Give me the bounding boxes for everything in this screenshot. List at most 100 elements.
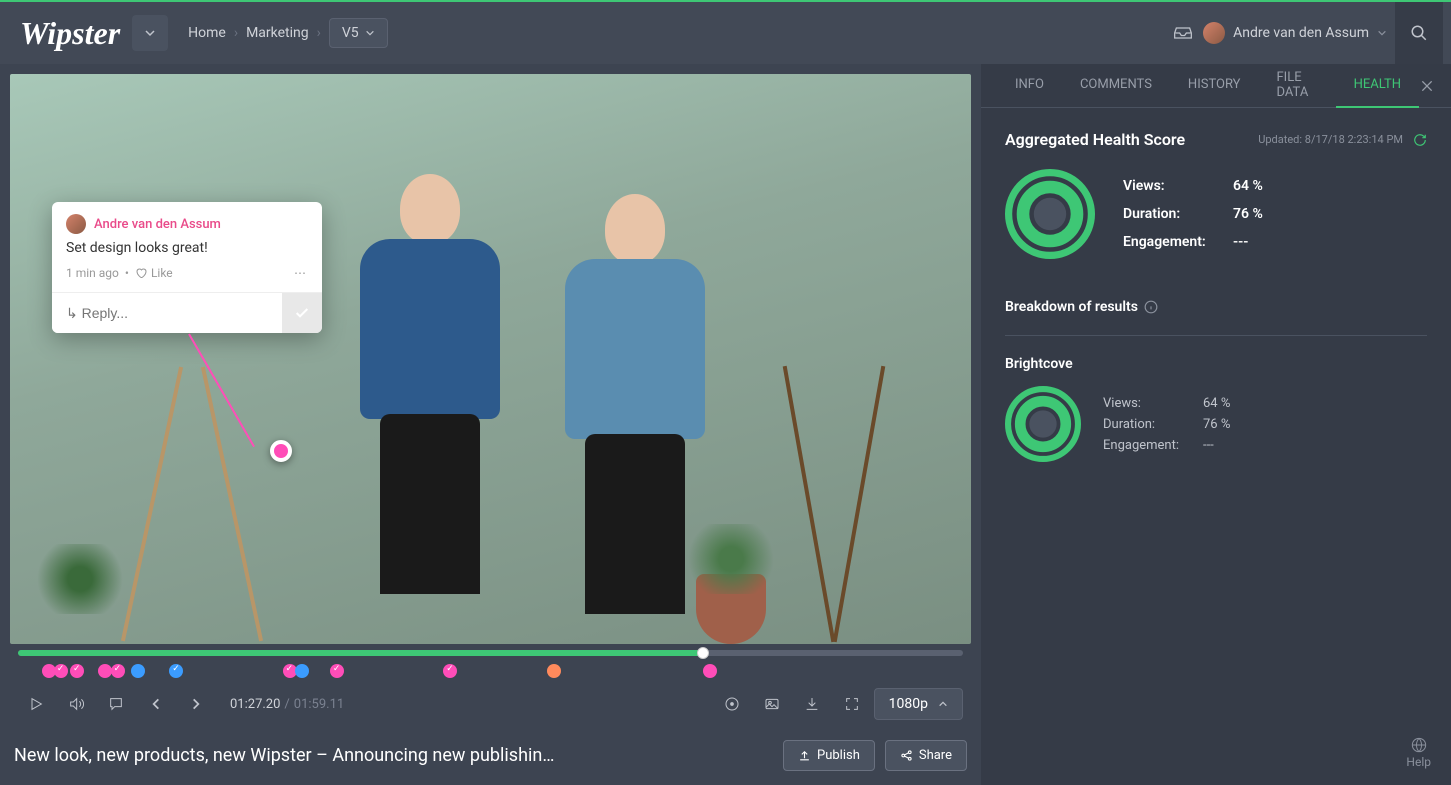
timeline [10,644,971,682]
timeline-marker[interactable] [330,664,344,678]
timeline-marker[interactable] [703,664,717,678]
comment-author[interactable]: Andre van den Assum [94,217,221,232]
logo[interactable]: Wipster [8,15,132,52]
reply-submit-button[interactable] [282,293,322,333]
timeline-marker[interactable] [70,664,84,678]
breadcrumb-home[interactable]: Home [188,25,226,41]
scene-prop [121,367,183,642]
volume-icon [68,696,84,712]
download-icon [804,696,820,712]
stat-engagement-value: --- [1233,234,1248,250]
chevron-right-icon [189,697,203,711]
like-button[interactable]: Like [135,266,173,280]
total-time: 01:59.11 [294,697,344,712]
timeline-marker[interactable] [111,664,125,678]
publish-button[interactable]: Publish [783,740,875,771]
tab-info[interactable]: INFO [997,64,1062,108]
annotation-pin[interactable] [270,440,292,462]
refresh-icon [1413,133,1427,147]
avatar [66,214,86,234]
scene-prop [833,366,886,642]
refresh-button[interactable] [1413,133,1427,147]
version-dropdown[interactable]: V5 [329,18,388,48]
breadcrumb-marketing[interactable]: Marketing [246,25,309,41]
quality-dropdown[interactable]: 1080p [874,688,963,720]
tab-health[interactable]: HEALTH [1336,64,1419,108]
video-player[interactable]: Andre van den Assum Set design looks gre… [10,74,971,644]
comment-toggle-button[interactable] [98,686,134,722]
snapshot-button[interactable] [754,686,790,722]
breadcrumbs: Home › Marketing › V5 [188,18,387,48]
search-icon [1410,24,1428,42]
timeline-marker[interactable] [443,664,457,678]
tab-history[interactable]: HISTORY [1170,64,1259,108]
video-title: New look, new products, new Wipster – An… [14,745,773,766]
tab-file-data[interactable]: FILE DATA [1259,64,1336,108]
comment-meta: 1 min ago • Like ⋯ [52,266,322,292]
pstat-engagement-value: --- [1203,438,1214,453]
upload-icon [798,749,811,762]
stat-engagement-label: Engagement: [1123,234,1233,250]
tab-comments[interactable]: COMMENTS [1062,64,1170,108]
side-panel: INFOCOMMENTSHISTORYFILE DATAHEALTH Aggre… [981,64,1451,785]
chevron-up-icon [938,699,948,709]
close-panel-button[interactable] [1419,78,1435,94]
quality-label: 1080p [889,696,928,712]
breakdown-title: Breakdown of results [1005,299,1427,327]
chevron-right-icon: › [317,25,321,41]
stat-duration-label: Duration: [1123,206,1233,222]
scene-person [340,174,520,604]
pstat-duration-value: 76 % [1203,417,1230,432]
provider-name: Brightcove [1005,356,1427,372]
next-frame-button[interactable] [178,686,214,722]
video-controls: 01:27.20 / 01:59.11 1080p [10,682,971,726]
annotation-line [188,334,255,448]
share-button[interactable]: Share [885,740,967,771]
user-menu[interactable]: Andre van den Assum [1203,22,1387,44]
progress-thumb[interactable] [697,647,709,659]
current-time: 01:27.20 [230,697,280,712]
loop-button[interactable] [714,686,750,722]
chevron-down-icon [365,28,375,38]
circle-dot-icon [724,696,740,712]
help-button[interactable]: Help [1406,737,1431,769]
reply-input[interactable] [52,293,282,333]
image-icon [764,696,780,712]
timeline-marker[interactable] [295,664,309,678]
comment-timestamp: 1 min ago [66,266,119,280]
workspace-dropdown[interactable] [132,15,168,51]
fullscreen-button[interactable] [834,686,870,722]
pstat-views-label: Views: [1103,396,1203,411]
prev-frame-button[interactable] [138,686,174,722]
version-label: V5 [342,25,359,41]
play-button[interactable] [18,686,54,722]
timeline-marker[interactable] [131,664,145,678]
inbox-icon [1173,23,1193,43]
info-icon[interactable] [1144,300,1158,314]
time-display: 01:27.20 / 01:59.11 [230,697,344,712]
pstat-views-value: 64 % [1203,396,1230,411]
stat-views-value: 64 % [1233,178,1263,194]
search-button[interactable] [1395,2,1443,64]
timeline-marker[interactable] [547,664,561,678]
timeline-markers [18,662,963,682]
download-button[interactable] [794,686,830,722]
timeline-marker[interactable] [169,664,183,678]
timeline-marker[interactable] [54,664,68,678]
heart-icon [135,267,147,279]
scene-prop [783,366,836,642]
scene-prop [40,544,120,644]
comment-icon [108,696,124,712]
inbox-button[interactable] [1163,13,1203,53]
pstat-engagement-label: Engagement: [1103,438,1203,453]
panel-tabs: INFOCOMMENTSHISTORYFILE DATAHEALTH [981,64,1451,108]
progress-track[interactable] [18,650,963,656]
share-icon [900,749,913,762]
check-icon [294,305,310,321]
health-updated: Updated: 8/17/18 2:23:14 PM [1258,133,1403,146]
comment-more-button[interactable]: ⋯ [294,266,308,280]
close-icon [1419,78,1435,94]
stat-views-label: Views: [1123,178,1233,194]
volume-button[interactable] [58,686,94,722]
video-panel: Andre van den Assum Set design looks gre… [0,64,981,785]
